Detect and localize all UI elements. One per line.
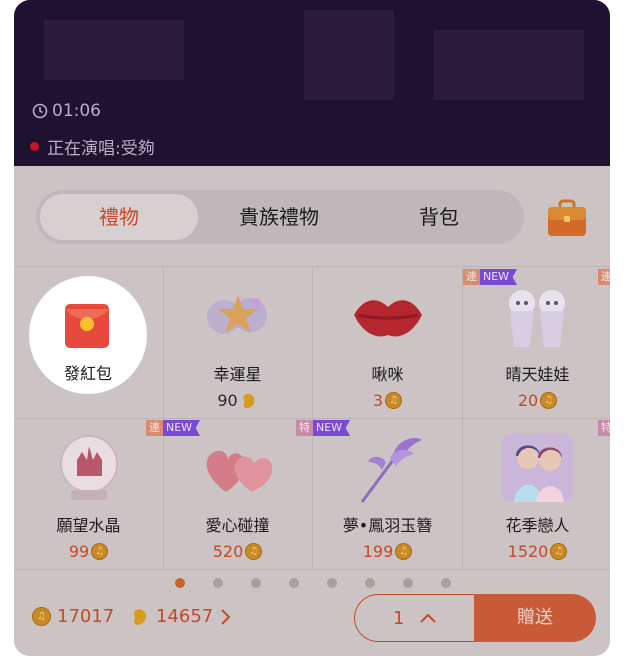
coin-icon: ♫ <box>395 543 413 560</box>
gift-price: 90 <box>163 391 312 410</box>
coin-icon: ♫ <box>385 392 403 409</box>
now-singing-text: 正在演唱:受夠 <box>47 139 155 159</box>
tag-special-partial: 特 <box>598 420 610 436</box>
page-dot[interactable] <box>441 578 451 588</box>
price-value: 99 <box>68 542 90 561</box>
gift-price: 3 ♫ <box>313 391 462 410</box>
send-button[interactable]: 贈送 <box>474 594 596 642</box>
coin-icon: ♫ <box>245 543 263 560</box>
clock-icon <box>32 103 48 119</box>
gift-price: 99 ♫ <box>14 542 163 561</box>
coin-icon: ♫ <box>91 543 109 560</box>
bag-icon[interactable] <box>547 199 587 237</box>
price-value: 199 <box>362 542 394 561</box>
coin-balance-value: 17017 <box>57 606 115 627</box>
gift-name: 花季戀人 <box>505 516 570 535</box>
gift-panel: 禮物 貴族禮物 背包 發紅包 幸運星 <box>14 166 610 656</box>
gift-price: 1520 ♫ <box>463 542 610 561</box>
bean-balance-value: 14657 <box>156 606 214 627</box>
tab-backpack[interactable]: 背包 <box>360 194 518 240</box>
chevron-up-icon[interactable] <box>419 611 437 625</box>
gift-tabs: 禮物 貴族禮物 背包 <box>36 190 524 244</box>
phoenix-hairpin-icon <box>360 438 422 503</box>
coin-balance[interactable]: ♫ 17017 <box>32 606 114 627</box>
quantity-selector[interactable]: 1 <box>354 594 484 642</box>
gift-name: 願望水晶 <box>56 516 121 535</box>
tag-new: NEW <box>313 420 351 436</box>
live-stream-view: 01:06 正在演唱:受夠 <box>14 0 610 166</box>
tab-noble-gifts[interactable]: 貴族禮物 <box>200 194 358 240</box>
tab-gifts[interactable]: 禮物 <box>40 194 198 240</box>
crystal-ball-icon <box>60 435 118 500</box>
gift-item[interactable]: 連 NEW 愛心碰撞 520 ♫ <box>146 418 313 570</box>
page-dot[interactable] <box>403 578 413 588</box>
tag-special: 特 <box>296 420 313 436</box>
teru-teru-bozu-icon <box>509 290 565 347</box>
gift-item[interactable]: 花季戀人 1520 ♫ <box>463 418 610 570</box>
chevron-right-icon <box>221 608 231 625</box>
lucky-star-icon <box>207 295 267 334</box>
page-dot[interactable] <box>175 578 185 588</box>
red-packet-icon <box>65 304 109 348</box>
live-dot-icon <box>30 142 39 151</box>
coin-icon: ♫ <box>550 543 568 560</box>
price-value: 90 <box>217 391 238 410</box>
red-packet-label: 發紅包 <box>63 364 112 383</box>
page-dot[interactable] <box>327 578 337 588</box>
price-value: 20 <box>517 391 539 410</box>
gift-item[interactable]: 幸運星 90 <box>163 267 313 419</box>
gift-item[interactable]: 特 NEW 夢•鳳羽玉簪 199 ♫ <box>296 418 463 570</box>
page-dot[interactable] <box>365 578 375 588</box>
gift-price: 20 ♫ <box>463 391 610 410</box>
coin-icon: ♫ <box>540 392 558 409</box>
gift-name: 晴天娃娃 <box>505 365 570 384</box>
gift-price: 520 ♫ <box>163 542 312 561</box>
anime-couple-icon <box>502 434 574 502</box>
page-dot[interactable] <box>251 578 261 588</box>
gift-name: 愛心碰撞 <box>205 516 270 535</box>
gift-name: 幸運星 <box>213 365 262 384</box>
tag-new: NEW <box>163 420 201 436</box>
tag-combo: 連 <box>463 269 480 285</box>
gift-price: 199 ♫ <box>313 542 462 561</box>
timer-text: 01:06 <box>52 101 101 121</box>
gift-item[interactable]: 啾咪 3 ♫ <box>313 267 463 419</box>
heart-collide-icon <box>206 450 273 492</box>
bean-icon <box>243 393 255 408</box>
price-value: 3 <box>372 391 384 410</box>
page-dot[interactable] <box>289 578 299 588</box>
tag-combo-partial: 連 <box>598 269 610 285</box>
kiss-lips-icon <box>354 300 422 337</box>
gift-footer: ♫ 17017 14657 1 贈送 <box>14 592 610 656</box>
price-value: 1520 <box>507 542 549 561</box>
now-singing: 正在演唱:受夠 <box>30 134 155 159</box>
tag-combo: 連 <box>146 420 163 436</box>
gift-item[interactable]: 願望水晶 99 ♫ <box>14 418 164 570</box>
page-indicator <box>14 574 610 590</box>
gift-item[interactable]: 連 NEW 晴天娃娃 20 ♫ <box>463 267 610 419</box>
gift-name: 夢•鳳羽玉簪 <box>342 516 433 535</box>
page-dot[interactable] <box>213 578 223 588</box>
stream-timer: 01:06 <box>32 101 101 121</box>
bean-icon <box>133 608 147 625</box>
coin-icon: ♫ <box>32 607 51 626</box>
bean-balance[interactable]: 14657 <box>130 606 231 627</box>
price-value: 520 <box>212 542 244 561</box>
gift-name: 啾咪 <box>371 365 404 384</box>
quantity-value: 1 <box>393 608 405 629</box>
